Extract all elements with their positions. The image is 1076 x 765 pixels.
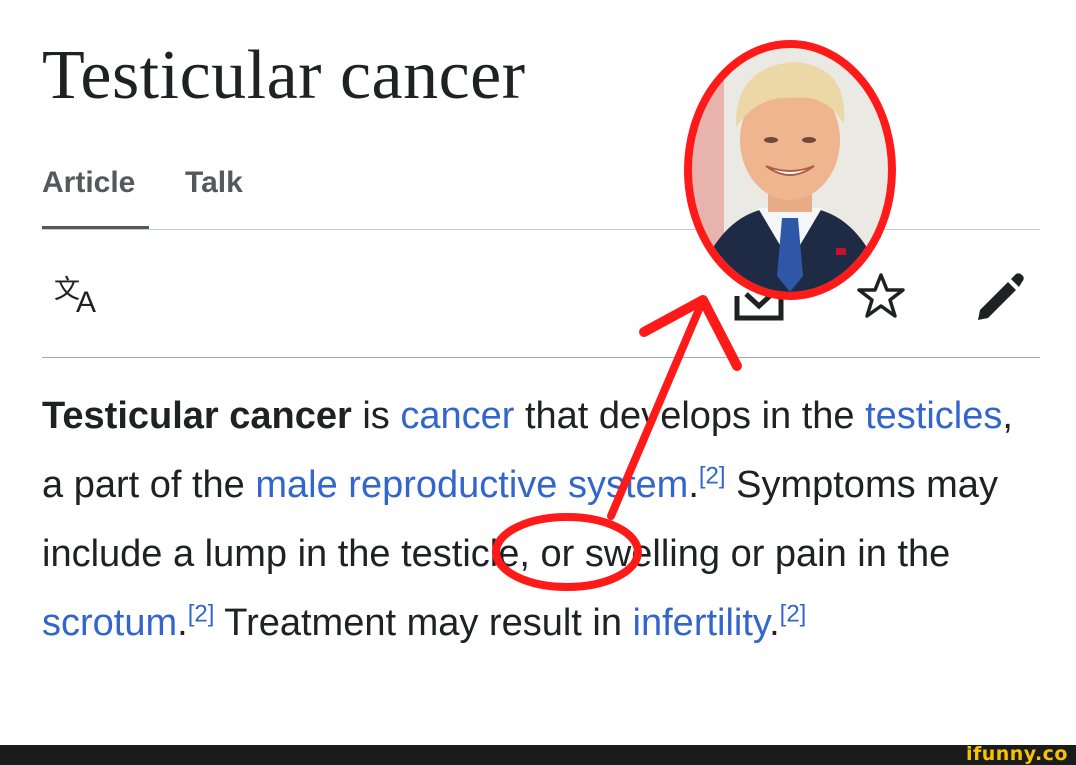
link-scrotum[interactable]: scrotum <box>42 602 177 644</box>
svg-text:A: A <box>76 286 96 316</box>
reference-link[interactable]: [2] <box>699 462 726 489</box>
page-title: Testicular cancer <box>42 37 526 114</box>
watermark-logo: ifunny.co <box>965 743 1068 765</box>
article-text: is <box>351 395 401 437</box>
translate-icon[interactable]: 文 A <box>52 272 108 319</box>
article-text: . <box>769 602 780 644</box>
reference-link[interactable]: [2] <box>188 600 215 627</box>
tab-talk[interactable]: Talk <box>185 166 243 200</box>
article-text: . <box>177 602 188 644</box>
download-icon[interactable] <box>734 286 784 322</box>
article-text: that develops in the <box>514 395 866 437</box>
article-text: Treatment may result in <box>214 602 633 644</box>
article-text: . <box>688 464 699 506</box>
portrait-photo <box>692 48 888 292</box>
article-bold-term: Testicular cancer <box>42 395 352 437</box>
reference-link[interactable]: [2] <box>780 600 807 627</box>
article-lead-paragraph: Testicular cancer is cancer that develop… <box>42 382 1042 658</box>
tab-article[interactable]: Article <box>42 166 135 200</box>
link-testicles[interactable]: testicles <box>865 395 1002 437</box>
toolbar-divider <box>42 357 1040 358</box>
edit-icon[interactable] <box>974 270 1026 322</box>
tabs-divider <box>42 229 1040 230</box>
star-icon[interactable] <box>856 272 906 320</box>
circle-annotation <box>684 40 896 300</box>
watermark-bar: ifunny.co <box>0 743 1076 765</box>
link-infertility[interactable]: infertility <box>633 602 770 644</box>
link-male-reproductive-system[interactable]: male reproductive system <box>255 464 688 506</box>
link-cancer[interactable]: cancer <box>400 395 514 437</box>
